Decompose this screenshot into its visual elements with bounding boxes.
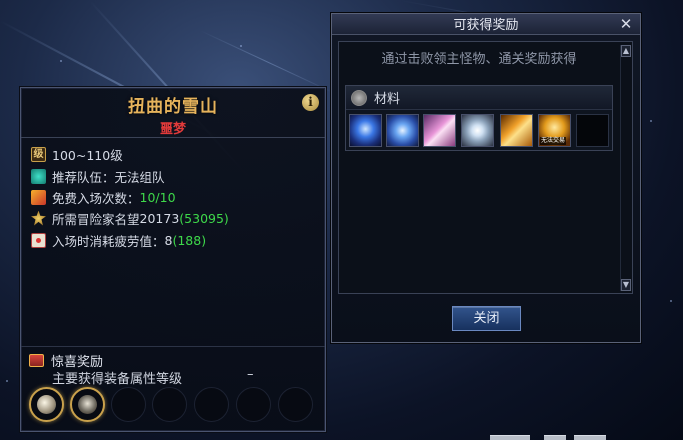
- reward-description: 通过击败领主怪物、通关奖励获得: [381, 52, 577, 67]
- bottom-edge-button[interactable]: [490, 435, 530, 440]
- background-star: [650, 120, 652, 122]
- fatigue-remaining-value: (188): [172, 232, 207, 248]
- party-row: 推荐队伍：无法组队: [31, 167, 165, 185]
- scrollbar[interactable]: ▲ ▼: [620, 45, 631, 291]
- fatigue-cost-value: 8: [164, 232, 173, 248]
- bonus-reward-slot[interactable]: [70, 387, 105, 422]
- fatigue-icon: [31, 232, 46, 248]
- bottom-edge-button[interactable]: [574, 435, 606, 440]
- close-button[interactable]: 关闭: [452, 306, 521, 331]
- scroll-up-button[interactable]: ▲: [621, 45, 631, 57]
- reward-window: 可获得奖励 ✕ 通过击败领主怪物、通关奖励获得 ▲ ▼ 材料 无法交易 关闭: [331, 13, 641, 343]
- fame-label: 所需冒险家名望: [52, 211, 140, 227]
- dungeon-title: 扭曲的雪山: [128, 97, 218, 117]
- entry-count-value: 10/10: [139, 189, 176, 205]
- empty-item-slot: [576, 114, 609, 147]
- entry-ticket-icon: [31, 189, 46, 205]
- info-icon[interactable]: i: [302, 94, 319, 111]
- reward-content-area: 通过击败领主怪物、通关奖励获得 ▲ ▼ 材料 无法交易: [338, 41, 633, 294]
- party-icon: [31, 168, 46, 184]
- background-star: [670, 300, 672, 302]
- chest-icon: [29, 354, 44, 367]
- bonus-empty-slot: [111, 387, 146, 422]
- fame-row: 所需冒险家名望 20173 (53095): [31, 209, 229, 227]
- untradeable-badge: 无法交易: [540, 137, 567, 145]
- blue-orb-item[interactable]: [349, 114, 382, 147]
- reward-window-title: 可获得奖励: [453, 18, 519, 33]
- bonus-empty-slot: [194, 387, 229, 422]
- fame-required-value: 20173: [139, 210, 180, 226]
- stone-emblem-icon: [78, 395, 97, 414]
- silver-emblem-icon: [37, 395, 56, 414]
- material-group-label: 材料: [374, 92, 401, 107]
- bonus-reward-slot[interactable]: [29, 387, 64, 422]
- dungeon-header: 扭曲的雪山 噩梦 i: [21, 88, 325, 138]
- background-star: [6, 380, 8, 382]
- level-range-row: 级 100~110级: [31, 145, 123, 163]
- close-icon[interactable]: ✕: [618, 16, 634, 32]
- bonus-empty-slot: [152, 387, 187, 422]
- entry-count-label: 免费入场次数：: [52, 190, 140, 206]
- material-group-header: 材料: [346, 86, 612, 110]
- level-icon: 级: [31, 146, 46, 162]
- dungeon-difficulty: 噩梦: [159, 122, 186, 137]
- fame-icon: [31, 210, 46, 226]
- fatigue-row: 入场时消耗疲劳值： 8 (188): [31, 231, 206, 249]
- pink-gem-item[interactable]: [423, 114, 456, 147]
- material-group: 材料 无法交易: [345, 85, 613, 151]
- level-range-text: 100~110级: [52, 147, 123, 163]
- background-star: [240, 45, 242, 47]
- blue-crystal-item[interactable]: [386, 114, 419, 147]
- white-star-item[interactable]: [461, 114, 494, 147]
- reward-titlebar[interactable]: 可获得奖励 ✕: [332, 14, 640, 35]
- fame-current-value: (53095): [179, 210, 229, 226]
- bonus-dash: –: [247, 367, 254, 382]
- fatigue-label: 入场时消耗疲劳值：: [52, 233, 165, 249]
- dungeon-info-panel: 扭曲的雪山 噩梦 i 级 100~110级 推荐队伍：无法组队 免费入场次数： …: [20, 87, 326, 432]
- material-icon: [351, 89, 367, 106]
- background-star: [60, 60, 62, 62]
- bottom-edge-button[interactable]: [544, 435, 566, 440]
- bonus-divider: [21, 346, 325, 347]
- gold-gem-item[interactable]: [500, 114, 533, 147]
- party-text: 推荐队伍：无法组队: [52, 169, 165, 185]
- scroll-down-button[interactable]: ▼: [621, 279, 631, 291]
- entry-count-row: 免费入场次数： 10/10: [31, 188, 176, 206]
- bonus-subtitle: 主要获得装备属性等级: [52, 372, 183, 387]
- bonus-empty-slot: [278, 387, 313, 422]
- gold-token-item[interactable]: 无法交易: [538, 114, 571, 147]
- bonus-empty-slot: [236, 387, 271, 422]
- background-streak: [199, 30, 337, 95]
